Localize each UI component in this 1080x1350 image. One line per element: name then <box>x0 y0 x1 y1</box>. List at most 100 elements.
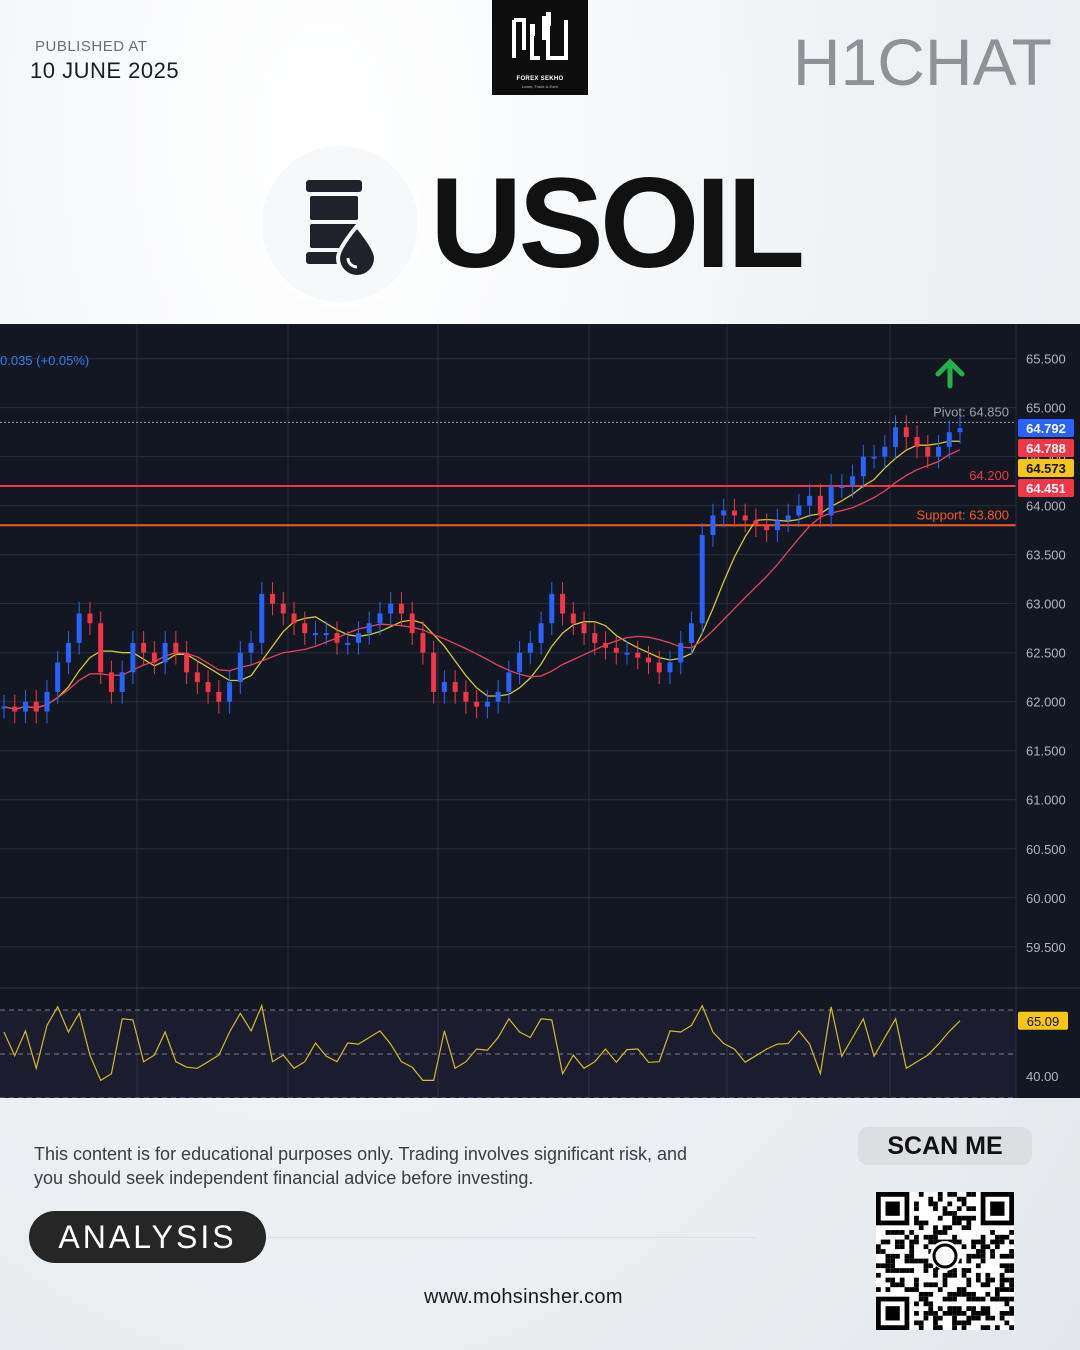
qr-module <box>1009 1296 1014 1302</box>
qr-module <box>980 1296 986 1302</box>
price-tick-label: 64.000 <box>1026 499 1066 514</box>
candle-body <box>688 623 694 643</box>
qr-module <box>971 1306 976 1311</box>
qr-module <box>904 1258 910 1264</box>
candle-body <box>667 662 673 673</box>
qr-module <box>990 1249 995 1254</box>
candle-body <box>903 427 909 438</box>
qr-module <box>933 1325 938 1330</box>
qr-module <box>1009 1230 1014 1235</box>
qr-module <box>937 1325 943 1330</box>
qr-module <box>942 1230 948 1235</box>
qr-module <box>971 1192 976 1197</box>
qr-module <box>1009 1268 1014 1273</box>
qr-module <box>876 1244 881 1250</box>
qr-module <box>914 1320 919 1326</box>
candle-body <box>506 672 512 692</box>
qr-module <box>923 1282 929 1288</box>
candle-body <box>184 652 190 673</box>
qr-module <box>966 1277 972 1283</box>
qr-module <box>985 1244 991 1250</box>
qr-module <box>961 1244 967 1250</box>
qr-module <box>918 1296 924 1302</box>
qr-module <box>928 1196 934 1202</box>
qr-module <box>980 1239 986 1245</box>
candle-body <box>893 427 899 447</box>
qr-module <box>956 1206 962 1212</box>
qr-module <box>880 1263 886 1269</box>
analysis-tag[interactable]: ANALYSIS <box>29 1211 266 1263</box>
candle-body <box>807 495 813 506</box>
candle-body <box>828 486 834 516</box>
qr-module <box>952 1306 957 1311</box>
candle-body <box>1 706 7 709</box>
qr-module <box>895 1244 900 1250</box>
qr-module <box>890 1282 896 1288</box>
candle-body <box>452 682 458 692</box>
candle-body <box>355 633 361 643</box>
qr-module <box>928 1201 934 1207</box>
candle-body <box>237 652 243 683</box>
qr-module <box>933 1320 938 1326</box>
qr-module <box>1009 1282 1014 1288</box>
qr-module <box>914 1234 919 1240</box>
change-readout: 0.035 (+0.05%) <box>0 353 89 368</box>
candle-body <box>366 623 372 634</box>
candle-body <box>474 701 480 707</box>
qr-module <box>971 1215 976 1221</box>
qr-module <box>952 1192 957 1197</box>
qr-module <box>980 1306 986 1311</box>
qr-module <box>880 1249 886 1254</box>
candle-body <box>227 682 233 702</box>
qr-code[interactable] <box>876 1192 1014 1330</box>
candle-body <box>173 642 179 653</box>
qr-module <box>942 1296 948 1302</box>
qr-module <box>999 1296 1005 1302</box>
qr-module <box>985 1306 991 1311</box>
price-badge-text: 64.788 <box>1026 441 1066 456</box>
qr-module <box>890 1258 896 1264</box>
qr-module <box>899 1230 905 1235</box>
website-link[interactable]: www.mohsinsher.com <box>424 1286 623 1309</box>
qr-module <box>923 1220 929 1226</box>
qr-module <box>1004 1287 1010 1292</box>
brand-name: H1CHAT <box>792 25 1052 99</box>
qr-module <box>885 1263 891 1269</box>
qr-module <box>990 1253 995 1259</box>
qr-module <box>947 1272 953 1278</box>
candle-body <box>603 642 609 648</box>
candle-body <box>65 642 71 663</box>
candle-body <box>141 642 147 653</box>
qr-module <box>1009 1253 1014 1259</box>
qr-module <box>952 1315 957 1321</box>
candle-body <box>656 662 662 673</box>
candle-body <box>731 510 737 516</box>
qr-module <box>933 1234 938 1240</box>
qr-module <box>914 1282 919 1288</box>
qr-module <box>909 1230 915 1235</box>
qr-module <box>918 1258 924 1264</box>
candle-body <box>914 437 920 447</box>
candle-body <box>549 593 555 624</box>
qr-module <box>933 1282 938 1288</box>
qr-module <box>999 1282 1005 1288</box>
qr-module <box>928 1301 934 1307</box>
qr-module <box>947 1296 953 1302</box>
chart-svg[interactable]: Pivot: 64.850 64.200 Support: 63.800 65.50… <box>0 324 1080 1099</box>
qr-module <box>999 1315 1005 1321</box>
price-chart[interactable]: Pivot: 64.850 64.200 Support: 63.800 65.50… <box>0 324 1080 1099</box>
qr-module <box>971 1239 976 1245</box>
candle-body <box>484 701 490 707</box>
qr-module <box>952 1220 957 1226</box>
qr-module <box>980 1282 986 1288</box>
qr-module <box>890 1277 896 1283</box>
qr-module <box>923 1258 929 1264</box>
candle-body <box>635 652 641 658</box>
qr-module <box>909 1287 915 1292</box>
forex-sekho-logo[interactable]: FOREX SEKHO Learn, Trade & Earn <box>492 0 588 95</box>
qr-module <box>966 1192 972 1197</box>
price-tick-label: 60.000 <box>1026 891 1066 906</box>
qr-module <box>885 1268 891 1273</box>
qr-module <box>975 1310 981 1316</box>
qr-module <box>971 1310 976 1316</box>
